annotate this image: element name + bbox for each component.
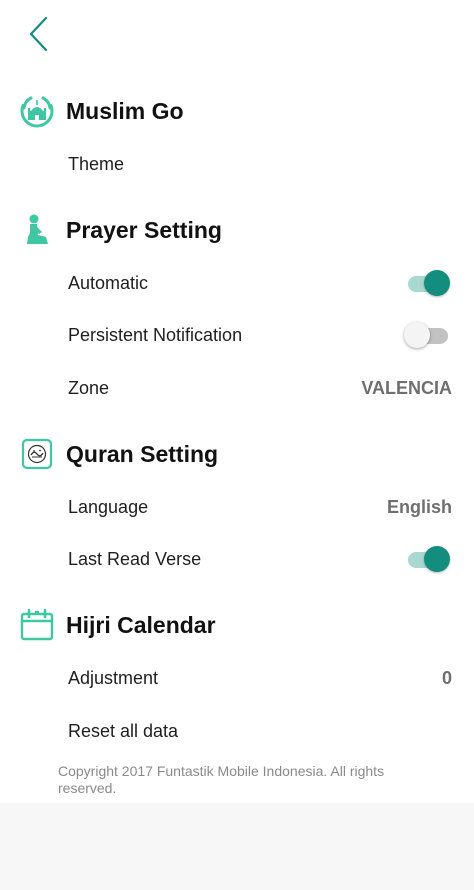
setting-label-last-read-verse: Last Read Verse [68, 548, 202, 569]
setting-row-adjustment[interactable]: Adjustment 0 [0, 658, 474, 698]
setting-label-automatic: Automatic [68, 272, 149, 293]
bottom-empty-area [0, 803, 474, 890]
setting-value-language: English [386, 496, 452, 517]
setting-row-language[interactable]: Language English [0, 487, 474, 527]
section-title-hijri-calendar: Hijri Calendar [66, 611, 216, 638]
calendar-icon [19, 607, 55, 643]
section-prayer-setting: Prayer Setting [0, 208, 474, 252]
setting-row-zone[interactable]: Zone VALENCIA [0, 368, 474, 408]
setting-row-reset-all-data[interactable]: Reset all data [0, 711, 474, 751]
section-hijri-calendar: Hijri Calendar [0, 603, 474, 647]
section-title-quran-setting: Quran Setting [66, 440, 219, 467]
setting-value-zone: VALENCIA [361, 377, 452, 398]
setting-label-persistent-notification: Persistent Notification [68, 324, 243, 345]
persistent-notification-toggle[interactable] [404, 321, 450, 349]
back-button[interactable] [18, 14, 58, 54]
setting-row-persistent-notification[interactable]: Persistent Notification [0, 315, 474, 355]
setting-label-adjustment: Adjustment [68, 667, 159, 688]
quran-book-icon [19, 436, 55, 472]
copyright-text: Copyright 2017 Funtastik Mobile Indonesi… [58, 763, 385, 796]
chevron-left-icon [29, 16, 48, 52]
mosque-icon [19, 93, 55, 129]
last-read-verse-toggle[interactable] [404, 545, 450, 573]
section-title-muslim-go: Muslim Go [66, 97, 184, 124]
praying-person-icon [19, 212, 55, 248]
setting-row-theme[interactable]: Theme [0, 144, 474, 184]
setting-row-last-read-verse[interactable]: Last Read Verse [0, 539, 474, 579]
automatic-toggle[interactable] [404, 269, 450, 297]
setting-row-automatic[interactable]: Automatic [0, 263, 474, 303]
section-quran-setting: Quran Setting [0, 432, 474, 476]
setting-value-adjustment: 0 [441, 667, 452, 688]
setting-label-theme: Theme [68, 153, 125, 174]
setting-label-reset-all-data: Reset all data [68, 720, 179, 741]
section-muslim-go: Muslim Go [0, 89, 474, 133]
setting-label-language: Language [68, 496, 149, 517]
setting-label-zone: Zone [68, 377, 110, 398]
section-title-prayer-setting: Prayer Setting [66, 216, 222, 243]
